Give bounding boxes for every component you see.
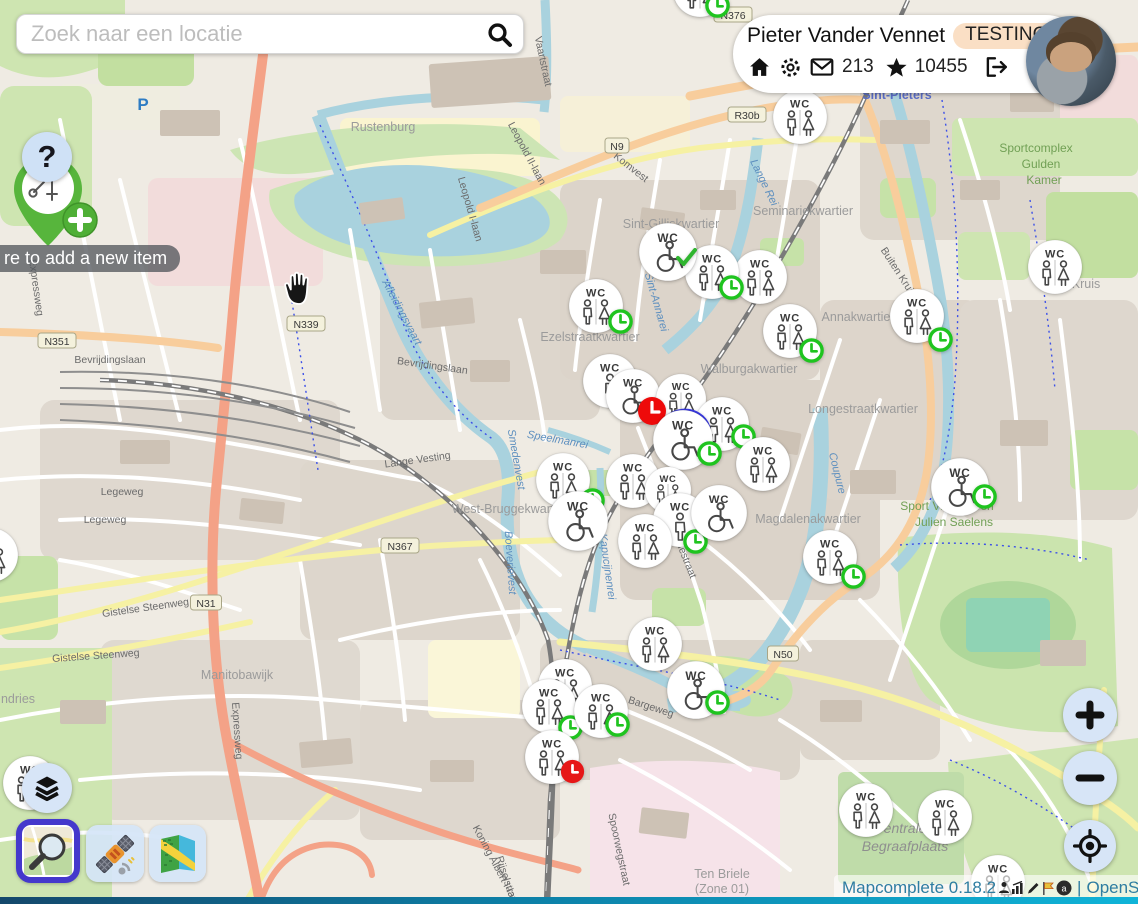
changeset-count: 10455	[915, 56, 968, 78]
background-osm-button[interactable]	[16, 819, 80, 883]
background-satellite-button[interactable]	[86, 825, 144, 882]
open-hours-badge	[607, 308, 634, 335]
svg-text:WC: WC	[988, 864, 1008, 876]
wc-marker[interactable]: WC	[524, 729, 580, 785]
help-button[interactable]: ?	[22, 132, 72, 182]
svg-text:WC: WC	[623, 463, 643, 475]
svg-text:WC: WC	[750, 259, 770, 271]
wc-marker[interactable]: WC	[638, 222, 698, 282]
wc-marker[interactable]: WC	[547, 490, 609, 552]
search-bar	[16, 14, 524, 54]
svg-text:WC: WC	[645, 626, 665, 638]
edit-pencil-icon[interactable]	[1026, 881, 1040, 895]
svg-text:WC: WC	[0, 537, 1, 549]
svg-text:WC: WC	[659, 473, 676, 484]
wc-marker[interactable]: WC	[573, 683, 629, 739]
wc-marker[interactable]: WC	[772, 89, 828, 145]
zoom-out-button[interactable]	[1063, 751, 1117, 805]
svg-text:WC: WC	[907, 298, 927, 310]
satellite-icon	[92, 831, 138, 877]
settings-gear-icon[interactable]	[779, 56, 802, 79]
wc-marker[interactable]: WC	[930, 457, 990, 517]
svg-text:WC: WC	[539, 688, 559, 700]
open-hours-badge	[704, 689, 731, 716]
svg-text:WC: WC	[790, 99, 810, 111]
wc-marker[interactable]: WC	[802, 529, 858, 585]
poi-markers-layer: WC WC WC WC WC WC WC WC WC WC WC WC WC WC WC WC WC WC WC WC…	[0, 0, 1138, 904]
search-input[interactable]	[17, 21, 486, 47]
messages-icon[interactable]	[809, 54, 835, 80]
zoom-in-button[interactable]	[1063, 688, 1117, 742]
avatar-glasses	[1054, 52, 1088, 62]
wc-marker[interactable]: WC	[690, 484, 748, 542]
wc-marker[interactable]: WC	[672, 0, 728, 18]
folded-map-icon	[155, 831, 201, 877]
crosshair-icon	[1073, 829, 1107, 863]
avatar[interactable]	[1026, 16, 1116, 106]
svg-text:WC: WC	[635, 523, 655, 535]
svg-text:WC: WC	[753, 446, 773, 458]
home-icon[interactable]	[747, 55, 772, 80]
osm-attribution-link[interactable]: OpenStreetMap	[1086, 878, 1138, 898]
svg-text:WC: WC	[542, 739, 562, 751]
svg-text:WC: WC	[856, 792, 876, 804]
add-item-tooltip: re to add a new item	[0, 245, 180, 272]
open-hours-badge	[604, 711, 631, 738]
wc-marker[interactable]: WC	[838, 782, 894, 838]
bottom-accent-strip	[0, 897, 1138, 904]
svg-text:a: a	[1062, 883, 1067, 893]
chart-icon[interactable]	[1011, 881, 1025, 894]
wc-marker[interactable]: WC	[521, 678, 577, 734]
plus-icon	[1075, 700, 1105, 730]
closed-badge	[559, 758, 586, 785]
wc-marker[interactable]: WC	[617, 513, 673, 569]
svg-text:WC: WC	[591, 693, 611, 705]
svg-text:WC: WC	[553, 462, 573, 474]
open-hours-badge	[718, 274, 745, 301]
svg-text:WC: WC	[935, 799, 955, 811]
wc-marker[interactable]: WC	[1027, 239, 1083, 295]
wc-marker[interactable]: WC	[666, 660, 726, 720]
mastodon-icon[interactable]: a	[1056, 880, 1072, 896]
background-map-button[interactable]	[149, 825, 206, 882]
open-hours-badge	[696, 440, 723, 467]
star-icon	[885, 56, 908, 79]
wc-marker[interactable]: WC	[652, 409, 714, 471]
checkmark-badge	[674, 245, 699, 270]
svg-text:WC: WC	[670, 502, 690, 514]
open-hours-badge	[798, 337, 825, 364]
open-hours-badge	[927, 326, 954, 353]
layers-icon	[30, 771, 64, 805]
logout-icon[interactable]	[983, 54, 1009, 80]
layers-button[interactable]	[22, 763, 72, 813]
wc-marker[interactable]: WC	[0, 527, 19, 583]
user-stats-icon[interactable]	[998, 881, 1010, 894]
attribution-separator: |	[1077, 878, 1081, 898]
svg-text:WC: WC	[702, 254, 722, 266]
svg-text:WC: WC	[820, 539, 840, 551]
geolocate-button[interactable]	[1064, 820, 1116, 872]
svg-text:WC: WC	[586, 288, 606, 300]
osm-map-magnifier-icon	[22, 825, 74, 877]
open-hours-badge	[704, 0, 731, 19]
wc-marker[interactable]: WC	[917, 789, 973, 845]
wc-marker[interactable]: WC	[889, 288, 945, 344]
minus-icon	[1075, 763, 1105, 793]
svg-text:WC: WC	[1045, 249, 1065, 261]
mapcomplete-app: Brugge-Sint-PietersRustenburgSint-Gillis…	[0, 0, 1138, 904]
svg-text:WC: WC	[672, 382, 690, 393]
svg-text:WC: WC	[712, 406, 732, 418]
user-name: Pieter Vander Vennet	[747, 24, 945, 48]
wc-marker[interactable]: WC	[568, 278, 624, 334]
app-version[interactable]: Mapcomplete 0.18.2	[842, 878, 996, 898]
search-icon[interactable]	[486, 21, 513, 48]
open-hours-badge	[971, 483, 998, 510]
message-count: 213	[842, 56, 874, 78]
svg-text:WC: WC	[780, 313, 800, 325]
flag-icon[interactable]	[1041, 881, 1055, 895]
wc-marker[interactable]: WC	[762, 303, 818, 359]
open-hours-badge	[840, 563, 867, 590]
